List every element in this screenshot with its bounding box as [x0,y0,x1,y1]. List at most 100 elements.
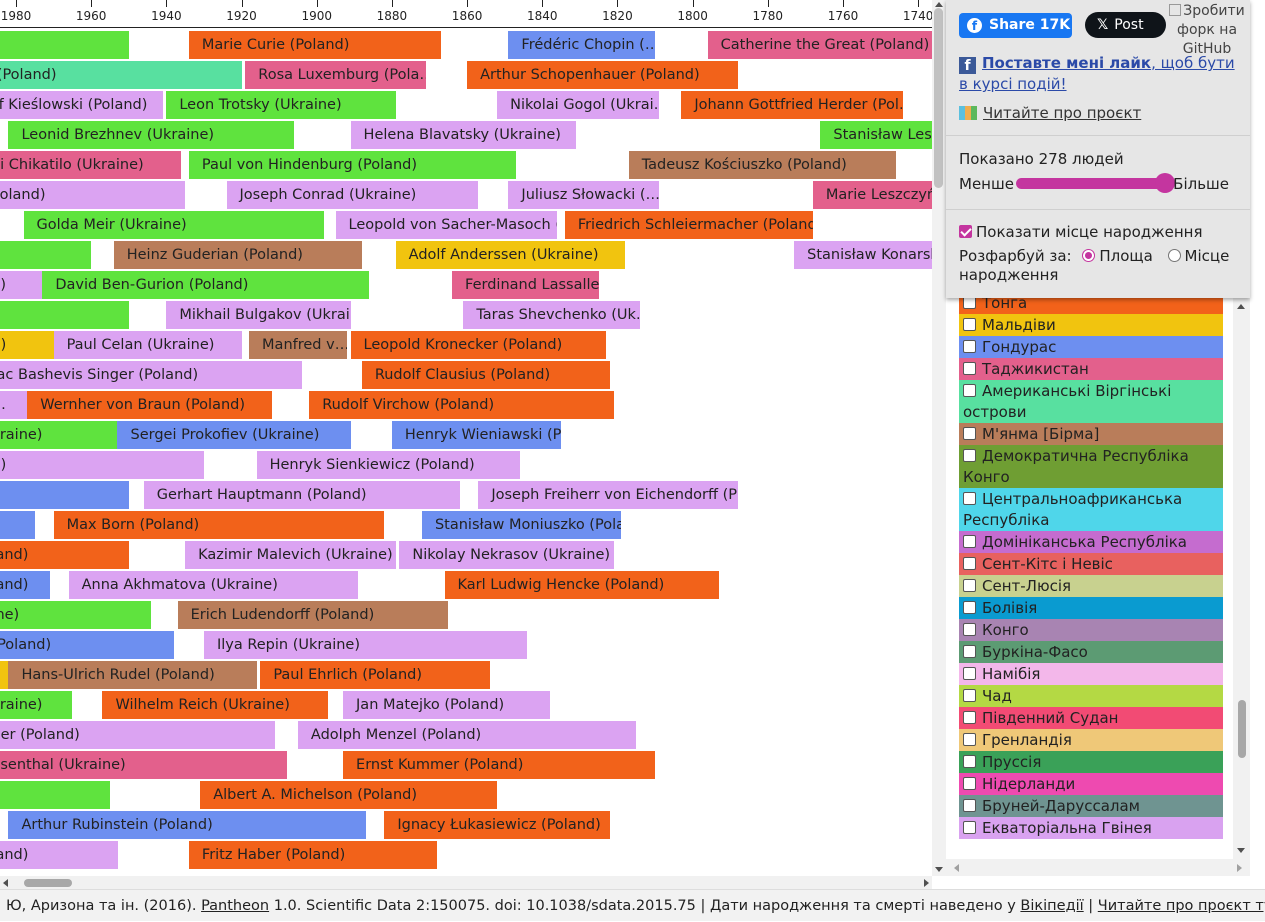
person-bar[interactable]: Karl Ludwig Hencke (Poland) [444,571,719,599]
person-bar[interactable]: kraine) [0,421,129,449]
person-bar[interactable]: Rudolf Clausius (Poland) [361,361,610,389]
timeline-chart[interactable]: 1980 1960 1940 1920 1900 1880 1860 1840 1820 1800… [0,0,932,876]
legend-item[interactable]: Демократична Республіка Конго [959,445,1223,488]
legend-vertical-scrollbar[interactable] [1233,298,1250,859]
people-count-slider[interactable] [1016,178,1166,189]
person-bar[interactable]: Taras Shevchenko (Uk… [463,301,640,329]
person-bar[interactable]: Leonid Brezhnev (Ukraine) [8,121,295,149]
person-bar[interactable]: d) [0,451,204,479]
person-bar[interactable]: Golda Meir (Ukraine) [23,211,325,239]
person-bar[interactable]: Arthur Schopenhauer (Poland) [467,61,738,89]
legend-checkbox[interactable] [963,799,976,812]
legend-item[interactable]: Центральноафриканська Республіка [959,488,1223,531]
person-bar[interactable]: Nikolai Gogol (Ukrai… [497,91,659,119]
legend-item[interactable]: Сент-Кітс і Невіс [959,553,1223,575]
legend-item[interactable]: Південний Судан [959,707,1223,729]
person-bar[interactable]: Fritz Haber (Poland) [188,841,437,869]
person-bar[interactable]: Erich Ludendorff (Poland) [177,601,449,629]
legend-item[interactable]: Буркіна-Фасо [959,641,1223,663]
person-bar[interactable]: Ferdinand Lassalle… [452,271,599,299]
person-bar[interactable]: Adolph Menzel (Poland) [297,721,637,749]
legend-item[interactable]: Гондурас [959,336,1223,358]
person-bar[interactable]: Johann Gottfried Herder (Pol… [681,91,904,119]
person-bar[interactable]: Joseph Freiherr von Eichendorff (P… [478,481,738,509]
person-bar[interactable]: Henryk Sienkiewicz (Poland) [256,451,520,479]
person-bar[interactable]: Sergei Prokofiev (Ukraine) [117,421,351,449]
legend-item[interactable]: Намібія [959,663,1223,685]
about-project-link[interactable]: Читайте про проєкт [983,104,1141,122]
person-bar[interactable]: Stanisław Leszczyński [820,121,932,149]
scroll-down-arrow-icon[interactable] [935,867,943,872]
show-birthplace-row[interactable]: Показати місце народження [959,223,1203,241]
person-bar[interactable]: Anna Akhmatova (Ukraine) [68,571,359,599]
person-bar[interactable] [0,301,129,329]
person-bar[interactable]: Mikhail Bulgakov (Ukrai… [166,301,351,329]
person-bar[interactable]: Stanisław Moniuszko (Pola… [421,511,622,539]
legend-checkbox[interactable] [963,755,976,768]
legend-checkbox[interactable] [963,362,976,375]
person-bar[interactable] [0,781,110,809]
color-by-area-label[interactable]: Площа [1099,247,1152,265]
show-birthplace-checkbox[interactable] [959,225,972,238]
legend-horizontal-scrollbar[interactable] [946,859,1250,876]
person-bar[interactable]: land) [0,541,129,569]
person-bar[interactable]: Marie Leszczyńska [812,181,932,209]
legend-checkbox[interactable] [963,623,976,636]
person-bar[interactable]: Paul Celan (Ukraine) [53,331,242,359]
person-bar[interactable]: ) [0,481,129,509]
person-bar[interactable]: drei Chikatilo (Ukraine) [0,151,182,179]
person-bar[interactable]: Nikolay Nekrasov (Ukraine) [399,541,614,569]
legend-item[interactable]: Екваторіальна Гвінея [959,817,1223,839]
person-bar[interactable]: Helena Blavatsky (Ukraine) [350,121,577,149]
person-bar[interactable]: Kazimir Malevich (Ukraine) [185,541,396,569]
github-fork-link[interactable]: Зробити форк на GitHub [1164,2,1250,59]
x-post-button[interactable]: 𝕏 Post [1085,12,1166,38]
legend-item[interactable]: Чад [959,685,1223,707]
person-bar[interactable]: Hans-Ulrich Rudel (Poland) [8,661,257,689]
person-bar[interactable]: sztof Kieślowski (Poland) [0,91,163,119]
legend-item[interactable]: Конго [959,619,1223,641]
legend-checkbox[interactable] [963,711,976,724]
person-bar[interactable]: Ilya Repin (Ukraine) [203,631,528,659]
scroll-up-arrow-icon[interactable] [1237,304,1245,309]
person-bar[interactable]: Adolf Anderssen (Ukraine) [395,241,625,269]
footer-about-link[interactable]: Читайте про проєкт тут → [1098,898,1265,914]
person-bar[interactable]: Rosa Luxemburg (Pola… [245,61,426,89]
legend-checkbox[interactable] [963,340,976,353]
color-by-birthplace-radio[interactable] [1167,249,1181,262]
pantheon-link[interactable]: Pantheon [201,898,269,914]
legend-item[interactable]: Домініканська Республіка [959,531,1223,553]
person-bar[interactable]: Wilhelm Reich (Ukraine) [102,691,328,719]
person-bar[interactable]: Henryk Wieniawski (P… [391,421,562,449]
legend-item[interactable]: Мальдіви [959,314,1223,336]
legend-checkbox[interactable] [963,557,976,570]
person-bar[interactable]: Paul von Hindenburg (Poland) [188,151,516,179]
person-bar[interactable]: Ignacy Łukasiewicz (Poland) [384,811,610,839]
person-bar[interactable] [0,31,129,59]
legend-item[interactable]: Пруссія [959,751,1223,773]
person-bar[interactable]: Paul Ehrlich (Poland) [260,661,490,689]
legend-checkbox[interactable] [963,449,976,462]
person-bar[interactable]: Arthur Rubinstein (Poland) [8,811,366,839]
person-bar[interactable]: n Paul II (Poland) [0,61,242,89]
legend-checkbox[interactable] [963,689,976,702]
legend-checkbox[interactable] [963,601,976,614]
legend-checkbox[interactable] [963,535,976,548]
scroll-thumb[interactable] [934,8,943,188]
person-bar[interactable]: aac Bashevis Singer (Poland) [0,361,302,389]
legend-item[interactable]: Сент-Люсія [959,575,1223,597]
person-bar[interactable]: Tadeusz Kościuszko (Poland) [628,151,896,179]
scroll-left-arrow-icon[interactable] [954,864,959,872]
person-bar[interactable]: kraine) [0,691,73,719]
person-bar[interactable]: Heinz Guderian (Poland) [113,241,362,269]
legend-item[interactable]: Бруней-Даруссалам [959,795,1223,817]
person-bar[interactable]: Joseph Conrad (Ukraine) [226,181,479,209]
person-bar[interactable]: Frédéric Chopin (… [508,31,656,59]
person-bar[interactable]: Jan Matejko (Poland) [343,691,550,719]
slider-handle[interactable] [1155,173,1175,193]
legend-item[interactable]: Болівія [959,597,1223,619]
person-bar[interactable]: Friedrich Schleiermacher (Poland) [564,211,813,239]
person-bar[interactable]: Marie Curie (Poland) [188,31,441,59]
legend-item[interactable]: Американські Віргінські острови [959,380,1223,423]
person-bar[interactable]: (Poland) [0,631,174,659]
